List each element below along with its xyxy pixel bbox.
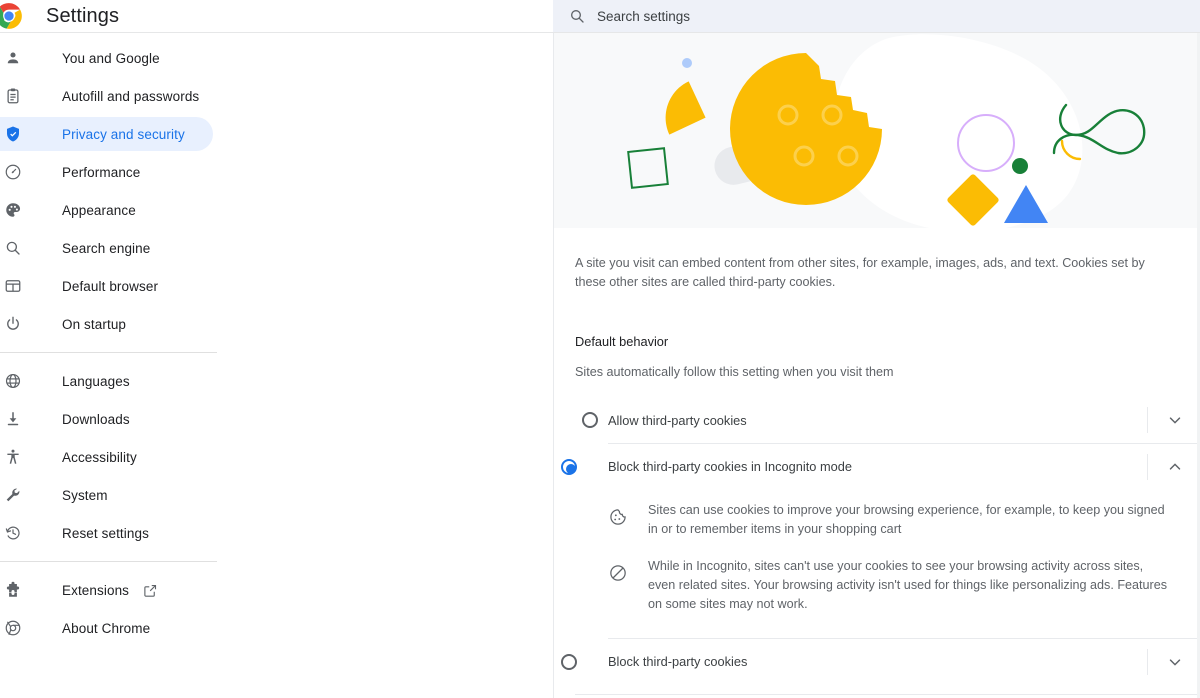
sidebar-item-label: Search engine (62, 240, 151, 256)
sidebar-item-label: Languages (62, 373, 130, 389)
chevron-down-icon[interactable] (1166, 411, 1184, 429)
sidebar-item-appearance[interactable]: Appearance (0, 191, 553, 229)
history-icon (2, 522, 24, 544)
option-block-third-party-cookies-incognito[interactable]: Block third-party cookies in Incognito m… (561, 443, 1200, 489)
option-collapse-control[interactable] (1147, 444, 1200, 489)
radio-button[interactable] (561, 653, 577, 670)
sidebar-item-label: Performance (62, 164, 141, 180)
person-icon (2, 47, 24, 69)
sidebar-item-autofill-and-passwords[interactable]: Autofill and passwords (0, 77, 553, 115)
power-icon (2, 313, 24, 335)
detail-text: While in Incognito, sites can't use your… (648, 559, 1168, 611)
settings-page: Settings You and Google (0, 0, 1200, 698)
cookie-artwork (627, 34, 1146, 228)
accessibility-icon (2, 446, 24, 468)
search-bar[interactable] (553, 0, 1200, 32)
sidebar-item-search-engine[interactable]: Search engine (0, 229, 553, 267)
detail-incognito-restriction: While in Incognito, sites can't use your… (608, 557, 1170, 614)
radio-button[interactable] (561, 458, 577, 475)
sidebar-item-performance[interactable]: Performance (0, 153, 553, 191)
option-expand-control[interactable] (1147, 397, 1200, 443)
option-label: Block third-party cookies (608, 654, 748, 669)
sidebar-item-label: Accessibility (62, 449, 137, 465)
sidebar-item-label: You and Google (62, 50, 160, 66)
sidebar-item-default-browser[interactable]: Default browser (0, 267, 553, 305)
green-square-shape (627, 147, 669, 189)
row-separator (1147, 407, 1148, 433)
chrome-outline-icon (2, 617, 24, 639)
sidebar-group-primary: You and Google Autofill and passwords Pr… (0, 33, 553, 343)
clipboard-icon (2, 85, 24, 107)
option-expand-control[interactable] (1147, 639, 1200, 684)
palette-icon (2, 199, 24, 221)
globe-icon (2, 370, 24, 392)
sidebar-item-label: Autofill and passwords (62, 88, 200, 104)
chevron-down-icon[interactable] (1166, 653, 1184, 671)
row-separator (1147, 453, 1148, 480)
detail-cookies-benefit: Sites can use cookies to improve your br… (608, 501, 1170, 539)
puzzle-icon (2, 579, 24, 601)
sidebar-item-privacy-and-security[interactable]: Privacy and security (0, 115, 553, 153)
option-block-third-party-cookies[interactable]: Block third-party cookies (561, 638, 1200, 684)
sidebar: You and Google Autofill and passwords Pr… (0, 33, 553, 698)
default-behavior-heading: Default behavior (575, 334, 669, 349)
sidebar-item-label: Appearance (62, 202, 136, 218)
row-separator (1147, 648, 1148, 675)
option-allow-third-party-cookies[interactable]: Allow third-party cookies (575, 397, 1200, 443)
sidebar-item-downloads[interactable]: Downloads (0, 400, 553, 438)
sidebar-item-extensions[interactable]: Extensions (0, 571, 553, 609)
sidebar-divider-1 (0, 352, 217, 353)
speedometer-icon (2, 161, 24, 183)
search-icon (569, 8, 585, 24)
search-input[interactable] (597, 8, 997, 24)
radio-button[interactable] (582, 412, 598, 428)
sidebar-group-secondary: Languages Downloads Accessibility System… (0, 362, 553, 552)
sidebar-item-label: Privacy and security (62, 126, 185, 142)
sidebar-item-reset-settings[interactable]: Reset settings (0, 514, 553, 552)
sidebar-item-label: Default browser (62, 278, 159, 294)
chrome-logo-icon (0, 2, 23, 30)
sidebar-item-label: Downloads (62, 411, 130, 427)
top-bar: Settings (0, 0, 1200, 33)
sidebar-item-you-and-google[interactable]: You and Google (0, 39, 553, 77)
sidebar-item-system[interactable]: System (0, 476, 553, 514)
cookies-description: A site you visit can embed content from … (575, 256, 1145, 289)
block-icon (608, 563, 630, 585)
sidebar-item-about-chrome[interactable]: About Chrome (0, 609, 553, 647)
yellow-wedge-shape (665, 81, 706, 135)
cookies-hero-illustration (554, 33, 1200, 228)
sidebar-item-label: About Chrome (62, 620, 151, 636)
main-content: A site you visit can embed content from … (553, 33, 1200, 698)
sidebar-item-label: On startup (62, 316, 127, 332)
cookie-icon (608, 507, 630, 529)
detail-text: Sites can use cookies to improve your br… (648, 503, 1165, 536)
sidebar-group-footer: Extensions About Chrome (0, 571, 553, 647)
page-title: Settings (46, 5, 120, 27)
option-label: Allow third-party cookies (608, 412, 747, 428)
do-not-track-row[interactable]: Send a “Do Not Track” request with your … (575, 694, 1200, 698)
sidebar-item-languages[interactable]: Languages (0, 362, 553, 400)
sidebar-divider-2 (0, 561, 217, 562)
blue-dot-shape (682, 58, 692, 68)
sidebar-item-label: System (62, 487, 108, 503)
default-behavior-subtitle: Sites automatically follow this setting … (575, 365, 894, 379)
wrench-icon (2, 484, 24, 506)
sidebar-item-accessibility[interactable]: Accessibility (0, 438, 553, 476)
download-icon (2, 408, 24, 430)
sidebar-item-label: Extensions (62, 582, 130, 598)
chevron-up-icon[interactable] (1166, 458, 1184, 476)
open-in-new-icon (143, 583, 158, 598)
green-dot-shape (1012, 158, 1028, 174)
shield-icon (2, 123, 24, 145)
sidebar-item-label: Reset settings (62, 525, 149, 541)
sidebar-item-on-startup[interactable]: On startup (0, 305, 553, 343)
magnifier-icon (2, 237, 24, 259)
browser-window-icon (2, 275, 24, 297)
option-label: Block third-party cookies in Incognito m… (608, 459, 852, 474)
